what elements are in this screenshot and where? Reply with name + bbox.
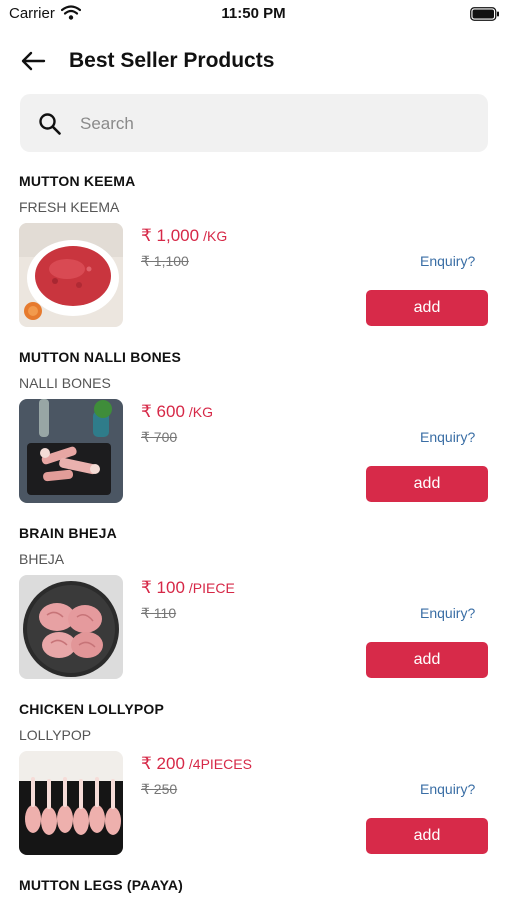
enquiry-link[interactable]: Enquiry?: [420, 781, 475, 797]
product-subtitle: LOLLYPOP: [19, 727, 92, 743]
product-image[interactable]: [19, 575, 123, 679]
price-row: ₹ 100/PIECE: [141, 578, 235, 598]
header: Best Seller Products: [0, 40, 507, 84]
product-name: MUTTON LEGS (PAAYA): [19, 877, 184, 893]
price-row: ₹ 600/KG: [141, 402, 213, 422]
product-name: CHICKEN LOLLYPOP: [19, 701, 165, 717]
product-price: ₹ 200: [141, 754, 185, 773]
product-unit: /KG: [188, 404, 214, 420]
product-card: CHICKEN LOLLYPOP LOLLYPOP ₹ 200 /4PIECES…: [0, 701, 507, 877]
product-mrp: ₹ 700: [141, 429, 178, 445]
product-mrp: ₹ 250: [141, 781, 178, 797]
product-name: MUTTON NALLI BONES: [19, 349, 182, 365]
product-card: MUTTON NALLI BONES NALLI BONES ₹ 600/KG …: [0, 349, 507, 525]
price-row: ₹ 200/4PIECES: [141, 754, 252, 774]
product-mrp: ₹ 110: [141, 605, 177, 621]
product-image[interactable]: [19, 223, 123, 327]
product-unit: /4PIECES: [188, 756, 252, 772]
search-input[interactable]: [78, 108, 472, 140]
product-card: BRAIN BHEJA BHEJA ₹ 100/PIECE ₹ 110 Enqu…: [0, 525, 507, 701]
search-icon: [38, 112, 62, 141]
page-title: Best Seller Products: [69, 49, 275, 72]
add-button[interactable]: add: [366, 642, 488, 678]
product-price: ₹ 1,000: [141, 226, 200, 245]
product-name: BRAIN BHEJA: [19, 525, 117, 541]
add-button[interactable]: add: [366, 290, 488, 326]
search-bar: [20, 94, 488, 152]
price-row: ₹ 1,000/KG: [141, 226, 227, 246]
enquiry-link[interactable]: Enquiry?: [420, 605, 475, 621]
product-mrp: ₹ 1,100: [141, 253, 189, 269]
enquiry-link[interactable]: Enquiry?: [420, 253, 475, 269]
product-unit: /KG: [203, 228, 228, 244]
product-price: ₹ 100: [141, 578, 185, 597]
product-image[interactable]: [19, 751, 123, 855]
battery-icon: [470, 7, 500, 26]
product-name: MUTTON KEEMA: [19, 173, 136, 189]
back-arrow-icon[interactable]: [20, 50, 46, 77]
status-bar: Carrier 11:50 PM: [0, 0, 507, 30]
add-button[interactable]: add: [366, 466, 488, 502]
product-subtitle: BHEJA: [19, 551, 65, 567]
status-time: 11:50 PM: [221, 5, 286, 22]
product-unit: /PIECE: [188, 580, 235, 596]
product-subtitle: NALLI BONES: [19, 375, 111, 391]
enquiry-link[interactable]: Enquiry?: [420, 429, 475, 445]
product-image[interactable]: [19, 399, 123, 503]
product-price: ₹ 600: [141, 402, 185, 421]
product-card: MUTTON KEEMA FRESH KEEMA ₹ 1,000/KG ₹ 1,…: [0, 173, 507, 349]
add-button[interactable]: add: [366, 818, 488, 854]
product-card: MUTTON LEGS (PAAYA): [0, 877, 507, 900]
product-subtitle: FRESH KEEMA: [19, 199, 120, 215]
